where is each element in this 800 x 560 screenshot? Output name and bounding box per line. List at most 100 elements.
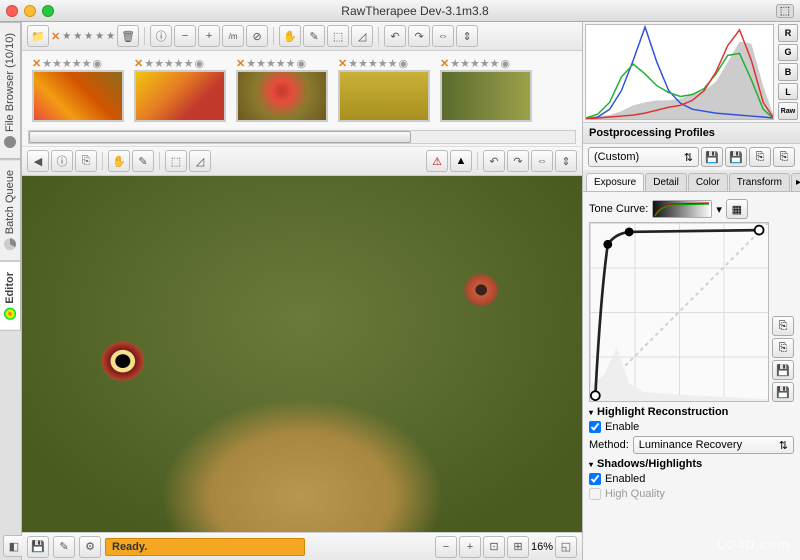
rotate-left-button[interactable]: ↶ [384, 25, 406, 47]
curve-edit-button[interactable]: ▦ [726, 199, 748, 219]
mirror-h-button[interactable]: ⇔ [531, 150, 553, 172]
profile-load-button[interactable]: 💾 [725, 147, 747, 167]
editor-icon [4, 308, 16, 320]
tab-file-browser[interactable]: File Browser (10/10) [0, 22, 21, 159]
hist-r-button[interactable]: R [778, 24, 798, 42]
highlight-section[interactable]: Highlight Reconstruction [589, 406, 794, 418]
curve-save-button[interactable]: 💾 [772, 360, 794, 380]
hand-button[interactable]: ✋ [108, 150, 130, 172]
status-text: Ready. [112, 541, 147, 553]
hist-raw-button[interactable]: Raw [778, 102, 798, 120]
star-icon[interactable]: ★ [84, 31, 93, 42]
thumbnail[interactable]: ✕★★★★★◉ [440, 57, 532, 122]
method-label: Method: [589, 439, 629, 451]
right-panel: R G B L Raw Postprocessing Profiles (Cus… [582, 22, 800, 560]
wb-button[interactable]: ◿ [189, 150, 211, 172]
curve-paste-button[interactable]: ⎘ [772, 338, 794, 358]
rotate-right-button[interactable]: ↷ [507, 150, 529, 172]
rename-button[interactable]: /m [222, 25, 244, 47]
zoom-in-button[interactable]: + [459, 536, 481, 558]
star-icon[interactable]: ★ [73, 31, 82, 42]
minimize-icon[interactable] [24, 5, 36, 17]
histogram [585, 24, 774, 120]
thumbnail[interactable]: ✕★★★★★◉ [338, 57, 430, 122]
profile-select[interactable]: (Custom)⇅ [588, 147, 699, 167]
thumb-image [32, 70, 124, 122]
open-external-button[interactable]: ⎘ [75, 150, 97, 172]
select-button[interactable]: ⬚ [327, 25, 349, 47]
tab-more[interactable]: ▸ [791, 173, 800, 191]
star-icon[interactable]: ★ [62, 31, 71, 42]
window-max-button[interactable]: ⬚ [776, 4, 794, 18]
hist-g-button[interactable]: G [778, 44, 798, 62]
thumbnail[interactable]: ✕★★★★★◉ [32, 57, 124, 122]
mirror-v-button[interactable]: ⇕ [456, 25, 478, 47]
save-button[interactable]: 💾 [27, 536, 49, 558]
profile-paste-button[interactable]: ⎘ [773, 147, 795, 167]
zoom-in-button[interactable]: + [198, 25, 220, 47]
prev-button[interactable]: ◀ [27, 150, 49, 172]
trash-button[interactable]: 🗑 [117, 25, 139, 47]
zoom-100-button[interactable]: ⊞ [507, 536, 529, 558]
curve-copy-button[interactable]: ⎘ [772, 316, 794, 336]
mirror-h-button[interactable]: ⇔ [432, 25, 454, 47]
eyedrop-button[interactable]: ✎ [303, 25, 325, 47]
info-button[interactable]: ⓘ [51, 150, 73, 172]
tab-label: Editor [4, 272, 16, 304]
watermark: LO4D.com [717, 537, 790, 552]
tab-transform[interactable]: Transform [729, 173, 790, 191]
hand-button[interactable]: ✋ [279, 25, 301, 47]
clear-icon[interactable]: ✕ [51, 30, 60, 43]
tab-editor[interactable]: Editor [0, 261, 21, 331]
image-preview[interactable] [22, 176, 582, 532]
clip-shadow-icon[interactable]: ⚠ [426, 150, 448, 172]
thumb-image [440, 70, 532, 122]
thumb-scrollbar[interactable] [28, 130, 576, 144]
tone-curve-editor[interactable] [589, 222, 769, 402]
zoom-out-button[interactable]: − [174, 25, 196, 47]
chevron-down-icon[interactable]: ▾ [716, 203, 722, 216]
method-select[interactable]: Luminance Recovery⇅ [633, 436, 794, 454]
select-button[interactable]: ⬚ [165, 150, 187, 172]
shadows-section[interactable]: Shadows/Highlights [589, 458, 794, 470]
highlight-enable-checkbox[interactable] [589, 421, 601, 433]
tab-exposure[interactable]: Exposure [586, 173, 644, 191]
info-button[interactable]: ⓘ [150, 25, 172, 47]
wb-button[interactable]: ◿ [351, 25, 373, 47]
thumbnail[interactable]: ✕★★★★★◉ [134, 57, 226, 122]
profile-copy-button[interactable]: ⎘ [749, 147, 771, 167]
rotate-right-button[interactable]: ↷ [408, 25, 430, 47]
queue-button[interactable]: ⚙ [79, 536, 101, 558]
hist-b-button[interactable]: B [778, 63, 798, 81]
tab-batch-queue[interactable]: Batch Queue [0, 159, 21, 261]
zoom-out-button[interactable]: − [435, 536, 457, 558]
mirror-v-button[interactable]: ⇕ [555, 150, 577, 172]
tab-detail[interactable]: Detail [645, 173, 687, 191]
shadows-enabled-checkbox[interactable] [589, 473, 601, 485]
window-title: RawTherapee Dev-3.1m3.8 [54, 4, 776, 18]
profile-save-button[interactable]: 💾 [701, 147, 723, 167]
zoom-controls: − + ⊡ ⊞ 16% ◱ [435, 536, 577, 558]
star-icon[interactable]: ★ [106, 31, 115, 42]
curve-load-button[interactable]: 💾 [772, 382, 794, 402]
profile-value: (Custom) [594, 151, 639, 163]
thumbnail[interactable]: ✕★★★★★◉ [236, 57, 328, 122]
tab-color[interactable]: Color [688, 173, 728, 191]
maximize-icon[interactable] [42, 5, 54, 17]
sidebar: File Browser (10/10) Batch Queue Editor … [0, 22, 22, 560]
detail-window-button[interactable]: ◱ [555, 536, 577, 558]
send-to-button[interactable]: ✎ [53, 536, 75, 558]
eyedrop-button[interactable]: ✎ [132, 150, 154, 172]
clear-button[interactable]: ⊘ [246, 25, 268, 47]
star-icon[interactable]: ★ [95, 31, 104, 42]
thumb-image [338, 70, 430, 122]
close-icon[interactable] [6, 5, 18, 17]
folder-button[interactable]: 📁 [27, 25, 49, 47]
rotate-left-button[interactable]: ↶ [483, 150, 505, 172]
adjustment-tabs: Exposure Detail Color Transform ▸ [583, 170, 800, 192]
clip-highlight-icon[interactable]: ▲ [450, 150, 472, 172]
hist-l-button[interactable]: L [778, 83, 798, 101]
tone-curve-preview[interactable] [652, 200, 712, 218]
histogram-buttons: R G B L Raw [776, 22, 800, 122]
zoom-fit-button[interactable]: ⊡ [483, 536, 505, 558]
